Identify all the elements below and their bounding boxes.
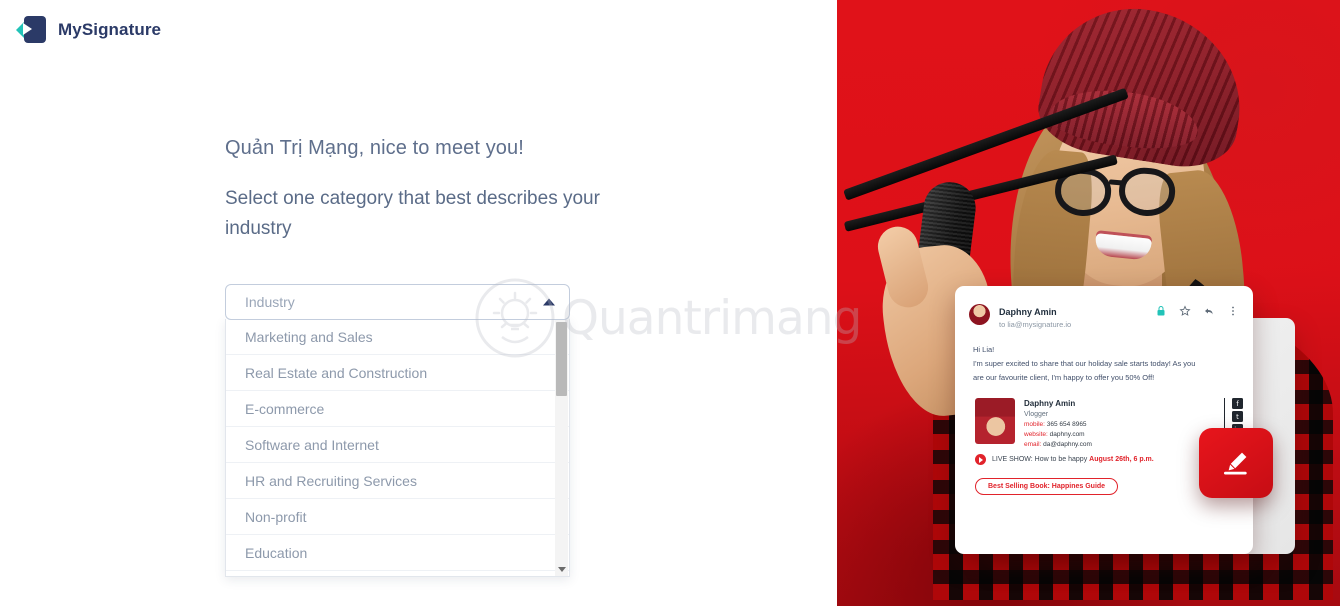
email-header: Daphny Amin to lia@mysignature.io [955,286,1253,331]
play-triangle [979,456,983,463]
logo-play-triangle [23,23,32,35]
signature-contact-label: mobile: [1024,421,1045,429]
scroll-down-arrow-icon[interactable] [557,567,566,572]
book-promo-button[interactable]: Best Selling Book: Happines Guide [975,478,1119,495]
email-body-line: I'm super excited to share that our holi… [973,358,1196,368]
list-item[interactable]: Marketing and Sales [226,319,569,355]
email-preview-card: Daphny Amin to lia@mysignature.io Hi Lia… [955,286,1253,554]
list-item[interactable]: E-commerce [226,391,569,427]
watermark-text: Quantrimang [562,290,862,346]
industry-select-placeholder: Industry [245,294,295,310]
signature-contact-label: website: [1024,431,1048,439]
facebook-icon[interactable]: f [1232,398,1243,409]
list-item[interactable]: Non-profit [226,499,569,535]
list-item[interactable]: Real Estate and Construction [226,355,569,391]
signature-name: Daphny Amin [1024,399,1076,408]
scrollbar-thumb[interactable] [556,322,567,396]
industry-option-list: Marketing and Sales Real Estate and Cons… [225,319,570,577]
signature-portrait [975,398,1015,444]
greeting-text: Quản Trị Mạng, nice to meet you! [225,137,524,159]
email-body-line: Hi Lia! [973,344,995,354]
dropdown-scrollbar[interactable] [555,320,568,576]
onboarding-page: MySignature Quản Trị Mạng, nice to meet … [0,0,1340,606]
list-item[interactable]: Education [226,535,569,571]
industry-select-field[interactable]: Industry [225,284,570,320]
signature-contact-value: da@daphny.com [1043,441,1092,449]
email-sender-name: Daphny Amin [999,307,1057,317]
email-recipient: to lia@mysignature.io [999,320,1072,329]
signature-contact-value: 365 654 8965 [1046,421,1087,429]
industry-select: Industry Marketing and Sales Real Estate… [225,284,570,577]
live-show-label: LIVE SHOW: How to be happy [992,456,1090,463]
live-show-banner: LIVE SHOW: How to be happy August 26th, … [975,454,1154,465]
left-panel: MySignature Quản Trị Mạng, nice to meet … [0,0,862,606]
signature-contact-row: email: da@daphny.com [1024,440,1217,450]
list-item[interactable]: HR and Recruiting Services [226,463,569,499]
live-show-text: LIVE SHOW: How to be happy August 26th, … [992,456,1154,463]
lock-icon[interactable] [1155,305,1167,317]
star-icon[interactable] [1179,305,1191,317]
signature-contact-label: email: [1024,441,1042,449]
create-signature-button[interactable] [1199,428,1273,498]
signature-role: Vlogger [1024,410,1049,418]
intro-text-block: Quản Trị Mạng, nice to meet you! Select … [225,134,625,244]
email-sender-block: Daphny Amin to lia@mysignature.io [999,302,1155,331]
signature-pen-icon [1224,452,1247,475]
signature-contact-value: daphny.com [1049,431,1085,439]
signature-details: Daphny Amin Vlogger mobile: 365 654 8965… [1024,398,1217,450]
list-item[interactable]: Software and Internet [226,427,569,463]
play-circle-icon[interactable] [975,454,986,465]
email-body: Hi Lia! I'm super excited to share that … [955,331,1253,385]
reply-icon[interactable] [1203,305,1215,317]
brand-logo[interactable]: MySignature [16,16,161,43]
brand-name: MySignature [58,19,162,39]
signature-contact-row: website: daphny.com [1024,430,1217,440]
more-vertical-icon[interactable] [1227,305,1239,317]
caret-up-icon[interactable] [543,298,555,306]
email-actions [1155,302,1239,317]
live-show-date: August 26th, 6 p.m. [1089,456,1154,463]
email-body-line: are our favourite client, I'm happy to o… [973,372,1155,382]
signature-contact-row: mobile: 365 654 8965 [1024,420,1217,430]
promo-panel: Daphny Amin to lia@mysignature.io Hi Lia… [837,0,1340,606]
mysignature-logo-icon [16,16,46,43]
sender-avatar [969,304,990,325]
twitter-icon[interactable]: t [1232,411,1243,422]
page-title: Select one category that best describes … [225,188,600,240]
